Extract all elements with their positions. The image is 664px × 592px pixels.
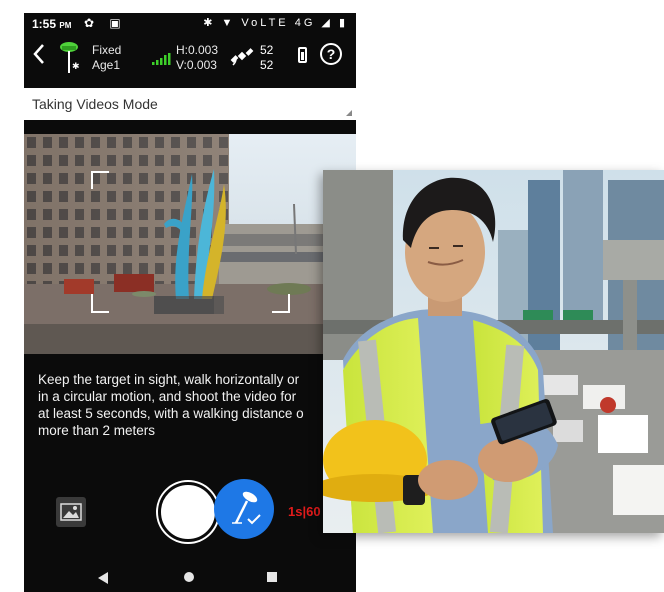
nav-home-button[interactable] — [184, 572, 194, 582]
fix-status-label: Fixed — [92, 43, 122, 57]
horizontal-precision: H:0.003 — [176, 43, 219, 57]
camera-viewfinder[interactable] — [24, 134, 356, 354]
status-time: 1:55 PM — [32, 17, 71, 31]
chevron-left-icon — [33, 44, 44, 64]
image-gallery-icon — [60, 503, 82, 521]
instructions-text: Keep the target in sight, walk horizonta… — [38, 371, 348, 439]
dropdown-caret-icon — [346, 110, 352, 116]
gallery-button[interactable] — [56, 497, 86, 527]
back-button[interactable] — [32, 43, 46, 70]
nav-recent-apps-button[interactable] — [267, 572, 277, 582]
nav-back-button[interactable] — [98, 572, 108, 584]
surveyor-photo — [323, 170, 664, 533]
differential-age: Age1 — [92, 58, 121, 72]
receiver-battery-icon[interactable] — [298, 47, 307, 63]
record-shutter-button[interactable] — [158, 482, 218, 542]
fix-status: Fixed Age1 — [92, 43, 121, 73]
mode-dropdown[interactable]: Taking Videos Mode — [24, 88, 356, 120]
help-button[interactable]: ? — [320, 43, 342, 65]
worker-with-phone-image — [323, 170, 664, 533]
status-time-ampm: PM — [59, 21, 72, 30]
instructions-line-2: in a circular motion, and shoot the vide… — [38, 389, 297, 404]
system-status-icons: ✱ ▼ VoLTE 4G ◢ ▮ — [203, 17, 348, 29]
mode-dropdown-value: Taking Videos Mode — [32, 96, 158, 112]
status-bar: 1:55 PM ✿ ▣ ✱ ▼ VoLTE 4G ◢ ▮ — [24, 13, 356, 35]
recording-timer: 1s|60 — [288, 504, 321, 519]
rover-antenna-icon: ✱ — [60, 42, 80, 73]
satellites-used: 52 — [260, 58, 274, 72]
satellite-count: 52 52 — [260, 43, 273, 73]
survey-point-button[interactable] — [214, 479, 274, 539]
signal-strength-icon — [152, 53, 171, 65]
phone-screen: 1:55 PM ✿ ▣ ✱ ▼ VoLTE 4G ◢ ▮ ✱ Fixed Age… — [24, 13, 356, 592]
svg-text:✱: ✱ — [72, 62, 80, 72]
satellite-icon[interactable] — [230, 45, 254, 67]
status-time-value: 1:55 — [32, 17, 57, 31]
notification-icons: ✿ ▣ — [84, 16, 127, 30]
instructions-line-1: Keep the target in sight, walk horizonta… — [38, 372, 300, 387]
camera-preview-image — [24, 134, 356, 354]
rover-survey-icon — [232, 491, 261, 525]
satellites-tracked: 52 — [260, 43, 274, 57]
instructions-line-3: at least 5 seconds, with a walking dista… — [38, 406, 304, 421]
precision-readout: H:0.003 V:0.003 — [176, 43, 218, 73]
instructions-line-4: more than 2 meters — [38, 423, 156, 438]
vertical-precision: V:0.003 — [176, 58, 217, 72]
gnss-top-bar: ✱ Fixed Age1 H:0.003 V:0.003 52 52 ? — [24, 35, 356, 79]
